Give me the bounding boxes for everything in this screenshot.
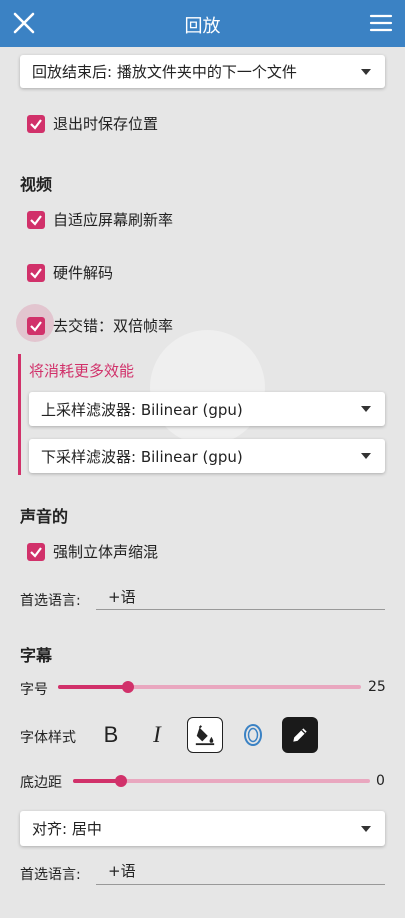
app-bar: 回放 bbox=[0, 0, 405, 47]
upscale-filter-dropdown[interactable]: 上采样滤波器: Bilinear (gpu) bbox=[29, 392, 385, 426]
font-size-label: 字号 bbox=[20, 682, 48, 698]
audio-section-title: 声音的 bbox=[20, 507, 69, 526]
page-title: 回放 bbox=[184, 16, 221, 37]
bottom-margin-slider-fill bbox=[73, 779, 121, 783]
force-stereo-label: 强制立体声缩混 bbox=[53, 543, 159, 561]
audio-pref-lang-label: 首选语言: bbox=[20, 593, 81, 609]
check-icon[interactable] bbox=[27, 316, 45, 335]
video-section-title: 视频 bbox=[20, 175, 53, 194]
italic-button[interactable]: I bbox=[139, 717, 175, 753]
deinterlace-label: 去交错：双倍帧率 bbox=[53, 317, 174, 335]
text-color-button[interactable] bbox=[187, 717, 223, 753]
menu-icon[interactable] bbox=[369, 11, 393, 35]
check-icon[interactable] bbox=[27, 114, 45, 133]
caret-down-icon bbox=[361, 68, 371, 75]
bold-button[interactable]: B bbox=[93, 717, 129, 753]
deinterlace-checkbox-row[interactable]: 去交错：双倍帧率 bbox=[27, 315, 173, 336]
audio-pref-lang-input[interactable]: +语 bbox=[96, 586, 385, 610]
border-style-button[interactable] bbox=[282, 717, 318, 753]
bottom-margin-value: 0 bbox=[376, 773, 385, 789]
watermark-logo bbox=[150, 330, 265, 445]
font-size-slider-thumb[interactable] bbox=[122, 681, 134, 693]
check-icon[interactable] bbox=[27, 542, 45, 561]
bottom-margin-slider-thumb[interactable] bbox=[115, 775, 127, 787]
subtitle-pref-lang-input[interactable]: +语 bbox=[96, 860, 385, 885]
force-stereo-checkbox-row[interactable]: 强制立体声缩混 bbox=[27, 541, 158, 562]
hw-decode-label: 硬件解码 bbox=[53, 264, 114, 282]
subtitle-section-title: 字幕 bbox=[20, 646, 53, 665]
font-style-label: 字体样式 bbox=[20, 730, 76, 746]
align-value: 对齐: 居中 bbox=[32, 820, 102, 838]
subtitle-pref-lang-label: 首选语言: bbox=[20, 867, 81, 883]
downscale-filter-value: 下采样滤波器: Bilinear (gpu) bbox=[41, 447, 243, 466]
outline-button[interactable] bbox=[235, 717, 271, 753]
caret-down-icon bbox=[361, 453, 371, 459]
adaptive-refresh-label: 自适应屏幕刷新率 bbox=[53, 211, 174, 229]
outline-text-icon bbox=[244, 724, 262, 746]
hw-decode-checkbox-row[interactable]: 硬件解码 bbox=[27, 262, 113, 283]
caret-down-icon bbox=[361, 825, 371, 832]
performance-warning: 将消耗更多效能 bbox=[29, 362, 135, 380]
font-size-value: 25 bbox=[368, 679, 386, 695]
font-size-slider-fill bbox=[58, 685, 128, 689]
adaptive-refresh-checkbox-row[interactable]: 自适应屏幕刷新率 bbox=[27, 209, 173, 230]
bottom-margin-label: 底边距 bbox=[20, 775, 62, 791]
check-icon[interactable] bbox=[27, 263, 45, 282]
italic-glyph: I bbox=[153, 722, 161, 747]
upscale-filter-value: 上采样滤波器: Bilinear (gpu) bbox=[41, 400, 243, 419]
caret-down-icon bbox=[361, 406, 371, 412]
warning-bar bbox=[18, 354, 21, 475]
check-icon[interactable] bbox=[27, 210, 45, 229]
fill-color-icon bbox=[195, 725, 215, 746]
end-action-value: 回放结束后: 播放文件夹中的下一个文件 bbox=[32, 63, 297, 81]
save-position-checkbox-row[interactable]: 退出时保存位置 bbox=[27, 113, 158, 134]
downscale-filter-dropdown[interactable]: 下采样滤波器: Bilinear (gpu) bbox=[29, 439, 385, 473]
align-dropdown[interactable]: 对齐: 居中 bbox=[20, 811, 385, 846]
end-action-dropdown[interactable]: 回放结束后: 播放文件夹中的下一个文件 bbox=[20, 55, 385, 88]
bold-glyph: B bbox=[103, 722, 119, 747]
pen-icon bbox=[293, 728, 307, 742]
save-position-label: 退出时保存位置 bbox=[53, 115, 159, 133]
